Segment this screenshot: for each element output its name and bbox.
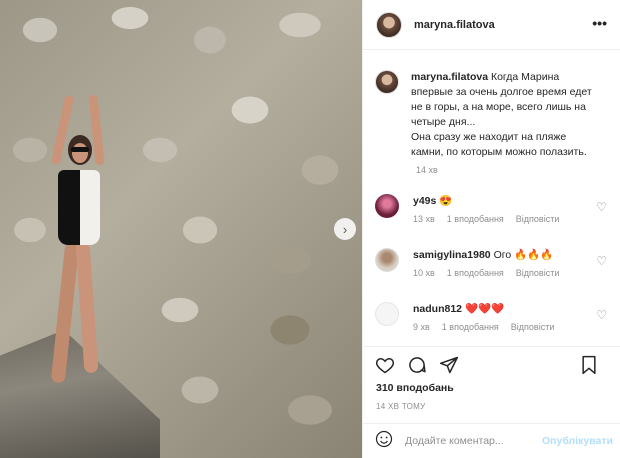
comment-item: nadun812 ❤️❤️❤️ 9 хв 1 вподобання Відпов… xyxy=(375,302,615,332)
comment-item: y49s 😍 13 хв 1 вподобання Відповісти ♡ xyxy=(375,194,615,224)
comment-avatar[interactable] xyxy=(375,248,399,272)
post-panel: maryna.filatova ••• maryna.filatova Когд… xyxy=(362,0,620,458)
comment-likes[interactable]: 1 вподобання xyxy=(442,322,499,332)
avatar[interactable] xyxy=(376,11,402,38)
caption-text-line3: не в горы, а на море, всего лишь на xyxy=(411,101,586,113)
post-caption: maryna.filatova Когда Марина впервые за … xyxy=(375,70,611,160)
heart-icon[interactable] xyxy=(375,355,395,375)
comment-bar: Опублікувати xyxy=(363,423,620,458)
caption-username[interactable]: maryna.filatova xyxy=(411,71,488,83)
comment-likes[interactable]: 1 вподобання xyxy=(447,214,504,224)
share-icon[interactable] xyxy=(439,355,459,375)
heart-icon[interactable]: ♡ xyxy=(596,308,607,322)
caption-text-line1: Когда Марина xyxy=(490,71,560,83)
post-comment-button[interactable]: Опублікувати xyxy=(542,435,613,447)
caption-text-line5: Она сразу же находит на пляже xyxy=(411,131,567,143)
comment-text: Ого 🔥🔥🔥 xyxy=(493,249,554,261)
comment-likes[interactable]: 1 вподобання xyxy=(447,268,504,278)
comment-item: samigylina1980 Ого 🔥🔥🔥 10 хв 1 вподобанн… xyxy=(375,248,615,278)
posted-time: 14 ХВ ТОМУ xyxy=(376,402,426,411)
more-options-icon[interactable]: ••• xyxy=(592,15,607,31)
comment-input[interactable] xyxy=(405,435,535,447)
comment-time[interactable]: 13 хв xyxy=(413,214,435,224)
post-photo[interactable]: › xyxy=(0,0,362,458)
bookmark-icon[interactable] xyxy=(579,355,599,375)
comment-reply-button[interactable]: Відповісти xyxy=(516,214,560,224)
comment-icon[interactable] xyxy=(407,355,427,375)
heart-icon[interactable]: ♡ xyxy=(596,254,607,268)
caption-avatar[interactable] xyxy=(375,70,399,94)
caption-text-line6: камни, по которым можно полазить. xyxy=(411,146,587,158)
chevron-right-icon[interactable]: › xyxy=(334,218,356,240)
comment-text: ❤️❤️❤️ xyxy=(464,303,505,315)
caption-text-line4: четыре дня... xyxy=(411,116,476,128)
comment-avatar[interactable] xyxy=(375,194,399,218)
comment-reply-button[interactable]: Відповісти xyxy=(511,322,555,332)
action-bar xyxy=(363,346,620,382)
comment-time[interactable]: 9 хв xyxy=(413,322,430,332)
comment-avatar[interactable] xyxy=(375,302,399,326)
header-username[interactable]: maryna.filatova xyxy=(414,19,495,31)
caption-text-line2: впервые за очень долгое время едет xyxy=(411,86,592,98)
comment-reply-button[interactable]: Відповісти xyxy=(516,268,560,278)
emoji-icon[interactable] xyxy=(375,430,393,453)
woman-figure xyxy=(48,94,118,395)
post-header: maryna.filatova ••• xyxy=(363,0,620,50)
caption-time: 14 хв xyxy=(416,165,438,175)
comment-username[interactable]: samigylina1980 xyxy=(413,249,491,261)
comment-text: 😍 xyxy=(439,195,453,207)
likes-count[interactable]: 310 вподобань xyxy=(376,382,454,394)
heart-icon[interactable]: ♡ xyxy=(596,200,607,214)
comment-username[interactable]: nadun812 xyxy=(413,303,462,315)
comment-username[interactable]: y49s xyxy=(413,195,436,207)
comment-time[interactable]: 10 хв xyxy=(413,268,435,278)
